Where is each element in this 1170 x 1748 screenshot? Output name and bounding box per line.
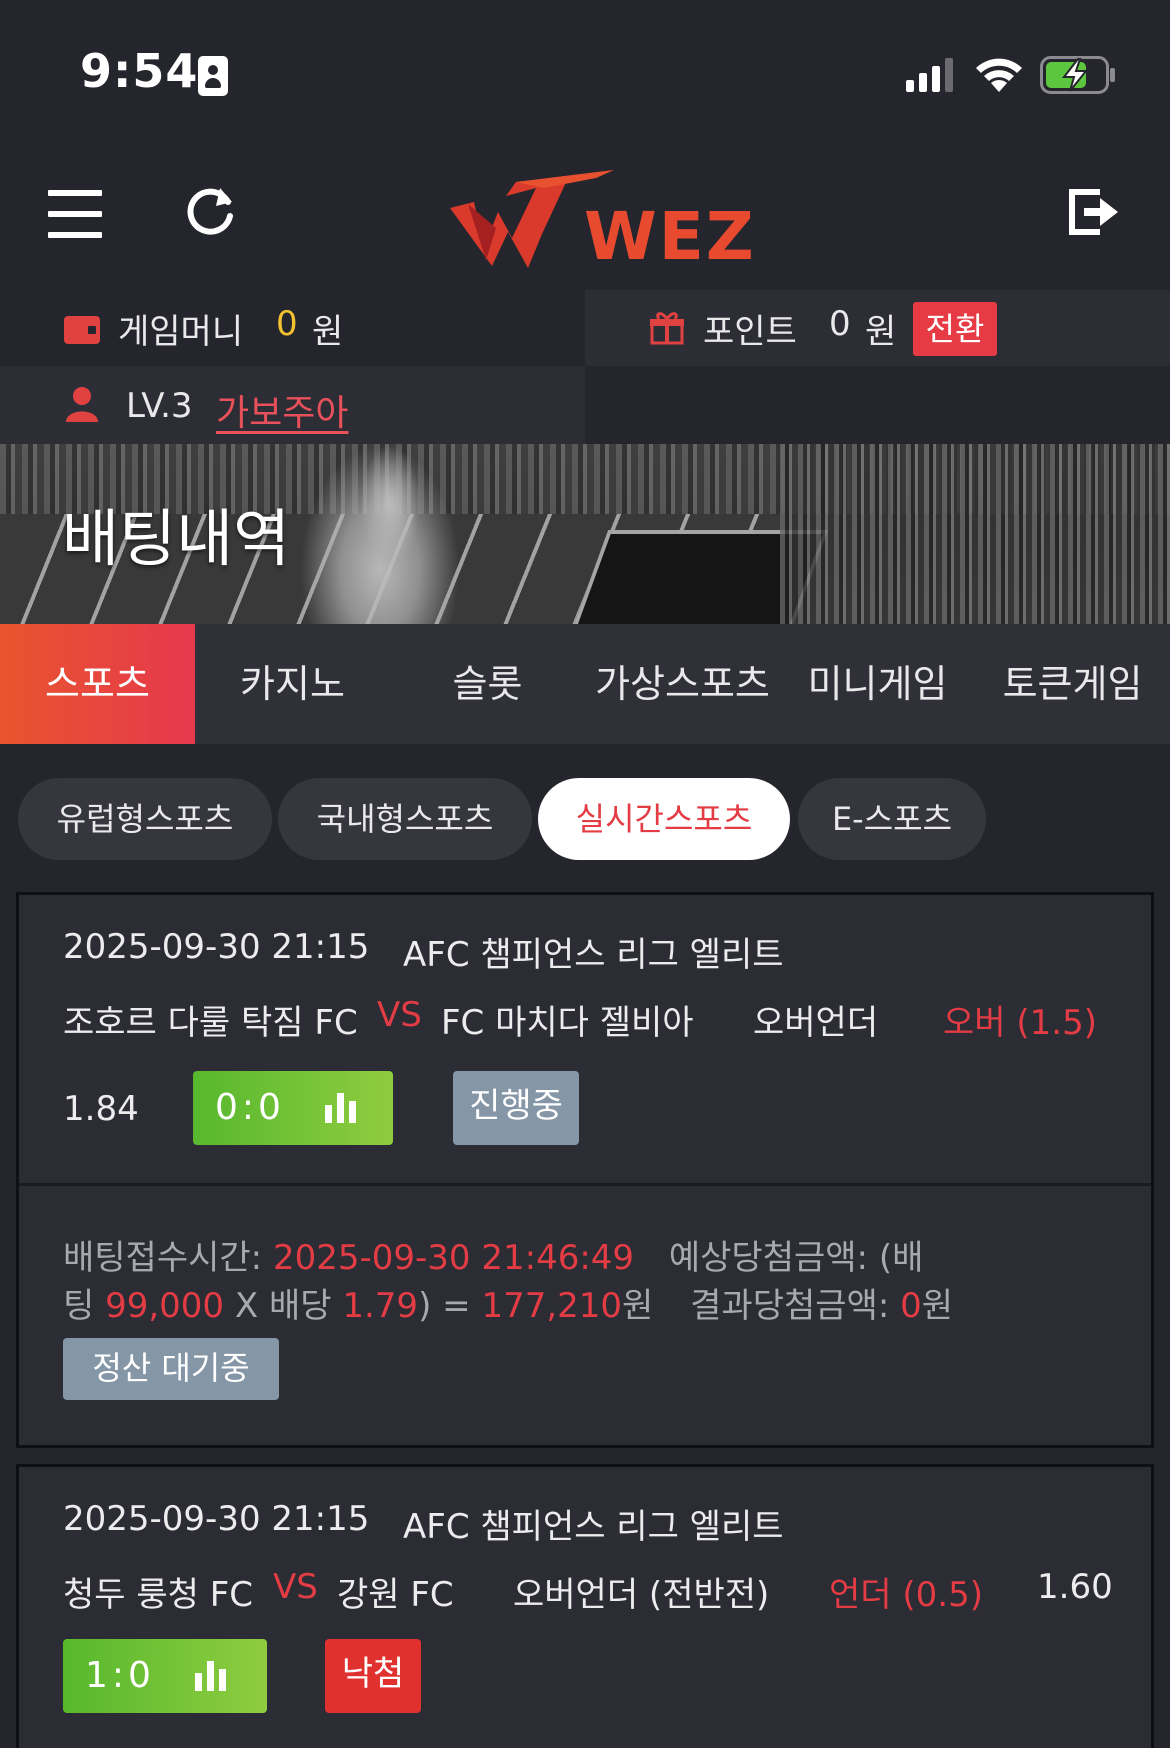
game-money-unit: 원 bbox=[312, 312, 344, 352]
point-label: 포인트 bbox=[703, 312, 797, 352]
user-level-row: LV.3 가보주아 bbox=[0, 366, 1170, 444]
page-title: 배팅내역 bbox=[62, 502, 291, 575]
league-name: AFC 챔피언스 리그 엘리트 bbox=[403, 935, 784, 975]
home-team: 조호르 다룰 탁짐 FC bbox=[63, 1003, 358, 1043]
wifi-icon bbox=[976, 58, 1022, 92]
total-odds: 1.79 bbox=[342, 1286, 419, 1326]
wallet-row: 게임머니 0 원 포인트 0 원 전환 bbox=[0, 290, 1170, 366]
receipt-line-1: 배팅접수시간: 2025-09-30 21:46:49 예상당첨금액: (배 bbox=[63, 1230, 923, 1279]
vs-label: VS bbox=[273, 1567, 318, 1607]
result-win-label: 결과당첨금액: bbox=[690, 1286, 890, 1326]
stake-label: 팅 bbox=[63, 1286, 95, 1326]
bet-match-info: 2025-09-30 21:15 AFC 챔피언스 리그 엘리트 조호르 다룰 … bbox=[19, 895, 1151, 1183]
bet-pick: 언더 (0.5) bbox=[829, 1575, 983, 1615]
convert-button[interactable]: 전환 bbox=[913, 302, 997, 356]
bet-pick: 오버 (1.5) bbox=[943, 1003, 1097, 1043]
tab-token-game[interactable]: 토큰게임 bbox=[975, 624, 1170, 744]
subtab-european-sports[interactable]: 유럽형스포츠 bbox=[18, 778, 272, 860]
bet-match-info: 2025-09-30 21:15 AFC 챔피언스 리그 엘리트 청두 룽청 F… bbox=[19, 1467, 1151, 1748]
bet-card: 2025-09-30 21:15 AFC 챔피언스 리그 엘리트 청두 룽청 F… bbox=[16, 1464, 1154, 1748]
contact-card-icon bbox=[198, 56, 228, 96]
page-banner: 배팅내역 bbox=[0, 444, 1170, 624]
bet-receipt-info: 배팅접수시간: 2025-09-30 21:46:49 예상당첨금액: (배 팅… bbox=[19, 1183, 1151, 1445]
bar-chart-icon bbox=[195, 1661, 226, 1691]
wez-logo[interactable]: WEZ bbox=[446, 168, 754, 275]
stake-amount: 99,000 bbox=[105, 1286, 225, 1326]
app-header: WEZ bbox=[0, 150, 1170, 290]
settlement-status-badge: 정산 대기중 bbox=[63, 1338, 279, 1400]
home-team: 청두 룽청 FC bbox=[63, 1575, 254, 1615]
main-category-tabs: 스포츠 카지노 슬롯 가상스포츠 미니게임 토큰게임 bbox=[0, 624, 1170, 744]
wallet-icon bbox=[64, 316, 100, 344]
hamburger-menu-icon[interactable] bbox=[48, 190, 102, 238]
game-money-section: 게임머니 0 원 bbox=[0, 290, 585, 366]
tab-slot[interactable]: 슬롯 bbox=[390, 624, 585, 744]
odds-multiplier-label: X 배당 bbox=[234, 1286, 332, 1326]
expected-win-label: 예상당첨금액: (배 bbox=[668, 1238, 924, 1278]
gift-icon bbox=[650, 312, 684, 345]
user-level-section: LV.3 가보주아 bbox=[0, 366, 585, 444]
bet-market: 오버언더 (전반전) bbox=[513, 1575, 770, 1615]
cellular-signal-icon bbox=[906, 58, 953, 92]
subtab-esports[interactable]: E-스포츠 bbox=[798, 778, 986, 860]
equals-label: ) = bbox=[418, 1286, 471, 1326]
bet-odds: 1.84 bbox=[63, 1089, 139, 1129]
game-money-label: 게임머니 bbox=[118, 312, 244, 352]
bet-market: 오버언더 bbox=[753, 1003, 879, 1043]
subtab-live-sports[interactable]: 실시간스포츠 bbox=[538, 778, 790, 860]
bet-odds: 1.60 bbox=[1037, 1567, 1113, 1607]
result-win-unit: 원 bbox=[921, 1286, 954, 1326]
logout-icon[interactable] bbox=[1066, 184, 1122, 240]
result-win-amount: 0 bbox=[900, 1286, 922, 1326]
tab-virtual-sports[interactable]: 가상스포츠 bbox=[585, 624, 780, 744]
status-badge: 진행중 bbox=[453, 1071, 579, 1145]
refresh-icon[interactable] bbox=[180, 180, 240, 240]
game-money-value: 0 bbox=[276, 304, 298, 344]
bar-chart-icon bbox=[325, 1093, 356, 1123]
battery-charging-icon bbox=[1040, 56, 1115, 94]
status-badge: 낙첨 bbox=[325, 1639, 421, 1713]
point-value: 0 bbox=[829, 304, 851, 344]
away-team: FC 마치다 젤비아 bbox=[441, 1003, 694, 1043]
point-unit: 원 bbox=[865, 312, 897, 352]
level-row-filler bbox=[585, 366, 1170, 444]
score-value: 1:0 bbox=[85, 1655, 155, 1696]
tab-minigame[interactable]: 미니게임 bbox=[780, 624, 975, 744]
user-icon bbox=[66, 387, 98, 422]
tab-casino[interactable]: 카지노 bbox=[195, 624, 390, 744]
away-team: 강원 FC bbox=[337, 1575, 454, 1615]
bet-card: 2025-09-30 21:15 AFC 챔피언스 리그 엘리트 조호르 다룰 … bbox=[16, 892, 1154, 1448]
match-datetime: 2025-09-30 21:15 bbox=[63, 1499, 370, 1539]
score-button[interactable]: 0:0 bbox=[193, 1071, 393, 1145]
score-value: 0:0 bbox=[215, 1087, 285, 1128]
user-level: LV.3 bbox=[126, 386, 193, 426]
expected-win-amount: 177,210 bbox=[481, 1286, 623, 1326]
receipt-time-label: 배팅접수시간: bbox=[63, 1238, 263, 1278]
logo-text: WEZ bbox=[584, 198, 756, 275]
status-bar: 9:54 bbox=[0, 0, 1170, 150]
point-section: 포인트 0 원 전환 bbox=[585, 290, 1170, 366]
league-name: AFC 챔피언스 리그 엘리트 bbox=[403, 1507, 784, 1547]
match-datetime: 2025-09-30 21:15 bbox=[63, 927, 370, 967]
score-button[interactable]: 1:0 bbox=[63, 1639, 267, 1713]
receipt-time: 2025-09-30 21:46:49 bbox=[272, 1238, 635, 1278]
expected-win-unit: 원 bbox=[622, 1286, 654, 1326]
tab-sports[interactable]: 스포츠 bbox=[0, 624, 195, 744]
username-link[interactable]: 가보주아 bbox=[216, 384, 348, 436]
subtab-domestic-sports[interactable]: 국내형스포츠 bbox=[278, 778, 532, 860]
receipt-line-2: 팅 99,000 X 배당 1.79) = 177,210원 결과당첨금액: 0… bbox=[63, 1278, 953, 1327]
vs-label: VS bbox=[377, 995, 422, 1035]
status-time: 9:54 bbox=[80, 44, 199, 98]
